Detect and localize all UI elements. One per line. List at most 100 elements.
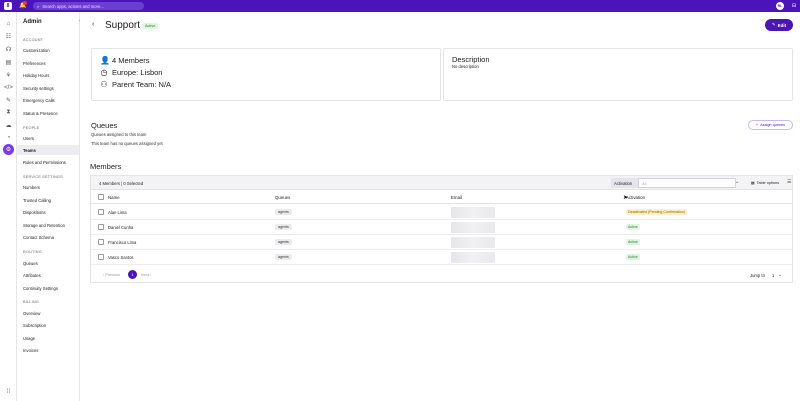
plus-icon: + — [755, 123, 759, 127]
email-redacted — [451, 222, 495, 233]
search-placeholder: Search apps, actions and more... — [42, 3, 104, 9]
assign-queues-button[interactable]: + Assign queues — [748, 120, 793, 130]
row-checkbox[interactable] — [98, 254, 104, 260]
code-icon[interactable]: </> — [3, 82, 14, 93]
pencil-icon: ✎ — [771, 22, 776, 27]
sidebar-item-queues[interactable]: Queues — [17, 258, 79, 268]
sidebar-item-security-settings[interactable]: Security settings — [17, 83, 79, 93]
queues-title: Queues — [91, 121, 118, 130]
activation-filter-select[interactable]: All — [638, 178, 736, 188]
sidebar-item-trusted-calling[interactable]: Trusted Calling — [17, 195, 79, 205]
activation-badge: Deactivated (Pending Confirmation) — [626, 209, 687, 215]
sort-icon[interactable]: ⧗ — [3, 107, 14, 118]
back-chevron-icon[interactable]: ‹ — [92, 21, 94, 28]
activation-badge: Active — [626, 254, 640, 260]
sidebar-item-users[interactable]: Users — [17, 133, 79, 143]
clock-icon: ◷ — [100, 68, 108, 77]
sidebar-item-holiday-hours[interactable]: Holiday Hours — [17, 70, 79, 80]
previous-page-button[interactable]: ‹ Previous — [103, 273, 120, 277]
tasks-icon[interactable]: ☷ — [3, 31, 14, 42]
table-row[interactable]: Vasco Santos agents Active — [91, 250, 792, 265]
panel-toggle-icon[interactable]: ⊟ — [790, 2, 798, 10]
sidebar-item-preferences[interactable]: Preferences — [17, 58, 79, 68]
sidebar-item-continuity-settings[interactable]: Continuity Settings — [17, 283, 79, 293]
chevron-down-icon[interactable]: ⌄ — [778, 272, 782, 278]
sidebar-item-emergency-calls[interactable]: Emergency Calls — [17, 95, 79, 105]
top-bar: 8 🔔 ⌕ Search apps, actions and more... R… — [0, 0, 800, 12]
table-header: Name Queues Email Activation — [91, 191, 792, 204]
admin-sidebar: Admin « ACCOUNT Customization Preference… — [17, 12, 82, 401]
sidebar-item-subscription[interactable]: Subscription — [17, 320, 79, 330]
table-options-icon: ▦ — [751, 181, 755, 185]
member-name: Francisco Lima — [108, 240, 137, 245]
sidebar-item-teams[interactable]: Teams — [17, 145, 79, 155]
column-header-email[interactable]: Email — [451, 195, 462, 200]
edit-label: Edit — [777, 22, 787, 28]
row-checkbox[interactable] — [98, 224, 104, 230]
row-checkbox[interactable] — [98, 239, 104, 245]
jump-to-select[interactable]: 1 — [772, 273, 774, 278]
sidebar-item-overview[interactable]: Overview — [17, 308, 79, 318]
sidebar-item-customization[interactable]: Customization — [17, 45, 79, 55]
select-all-checkbox[interactable] — [98, 194, 104, 200]
headset-icon[interactable]: ☊ — [3, 44, 14, 55]
app-logo[interactable]: 8 — [4, 2, 12, 10]
sidebar-item-status-presence[interactable]: Status & Presence — [17, 108, 79, 118]
activation-filter-label: Activation — [611, 178, 638, 188]
team-location: Europe: Lisbon — [112, 68, 163, 77]
team-info-card: 👤 4 Members ◷ Europe: Lisbon ⚇ Parent Te… — [91, 48, 441, 101]
sidebar-item-dispositions[interactable]: Dispositions — [17, 207, 79, 217]
member-name: Vasco Santos — [108, 255, 134, 260]
queues-subtitle: Queues assigned to this team — [91, 132, 147, 137]
table-row[interactable]: Francisco Lima agents Active — [91, 235, 792, 250]
edit-icon[interactable]: ✎ — [3, 95, 14, 106]
search-icon: ⌕ — [37, 3, 40, 9]
chevron-down-icon[interactable]: ⌄ — [735, 179, 739, 185]
column-header-name[interactable]: Name — [108, 195, 120, 200]
parent-team-row: ⚇ Parent Team: N/A — [100, 80, 171, 89]
sidebar-item-contact-schema[interactable]: Contact Schema — [17, 232, 79, 242]
cloud-icon[interactable]: ☁ — [3, 120, 14, 131]
apps-grid-icon[interactable]: ⁞⁞ — [3, 386, 14, 397]
table-row[interactable]: Alan Lima agents Deactivated (Pending Co… — [91, 205, 792, 220]
flow-icon[interactable]: ⚘ — [3, 70, 14, 81]
pagination: ‹ Previous 1 Next › Jump to 1 ⌄ — [91, 268, 792, 282]
page-title: Support — [105, 20, 141, 31]
queue-chip: agents — [275, 224, 292, 230]
email-redacted — [451, 237, 495, 248]
sidebar-item-roles-permissions[interactable]: Roles and Permissions — [17, 157, 79, 167]
jump-to-label: Jump to — [750, 273, 765, 278]
status-badge: Active — [142, 23, 159, 29]
sidebar-section-people: PEOPLE — [23, 126, 40, 130]
settings-icon[interactable]: ⚙ — [3, 144, 14, 155]
previous-label: Previous — [105, 273, 121, 277]
row-checkbox[interactable] — [98, 209, 104, 215]
members-table: 4 Members | 0 Selected Activation All ⌄ … — [90, 175, 793, 283]
queues-empty-text: This team has no queues assigned yet — [91, 141, 163, 146]
edit-button[interactable]: ✎ Edit — [765, 19, 793, 31]
notification-badge — [23, 1, 27, 5]
sidebar-item-attributes[interactable]: Attributes — [17, 270, 79, 280]
user-avatar[interactable]: RL — [776, 2, 784, 10]
hierarchy-icon: ⚇ — [100, 80, 108, 89]
members-row: 👤 4 Members — [100, 56, 150, 65]
table-options-button[interactable]: ▦ Table options — [751, 180, 779, 186]
sidebar-item-invoices[interactable]: Invoices — [17, 345, 79, 355]
filter-icon[interactable]: ☰ — [787, 179, 791, 185]
sidebar-item-numbers[interactable]: Numbers — [17, 182, 79, 192]
next-page-button[interactable]: Next › — [141, 273, 151, 277]
table-row[interactable]: Daniel Cunha agents Active — [91, 220, 792, 235]
home-icon[interactable]: ⌂ — [3, 18, 14, 29]
compass-icon[interactable]: ◔ — [3, 132, 14, 143]
member-name: Alan Lima — [108, 210, 127, 215]
location-row: ◷ Europe: Lisbon — [100, 68, 163, 77]
current-page-button[interactable]: 1 — [128, 270, 137, 279]
column-header-queues[interactable]: Queues — [275, 195, 290, 200]
members-count: 4 Members — [112, 56, 150, 65]
contacts-icon[interactable]: ▤ — [3, 57, 14, 68]
sidebar-item-storage-retention[interactable]: Storage and Retention — [17, 220, 79, 230]
sidebar-item-usage[interactable]: Usage — [17, 333, 79, 343]
column-header-activation[interactable]: Activation — [626, 195, 645, 200]
global-search-input[interactable]: ⌕ Search apps, actions and more... — [33, 2, 144, 10]
parent-team: Parent Team: N/A — [112, 80, 172, 89]
